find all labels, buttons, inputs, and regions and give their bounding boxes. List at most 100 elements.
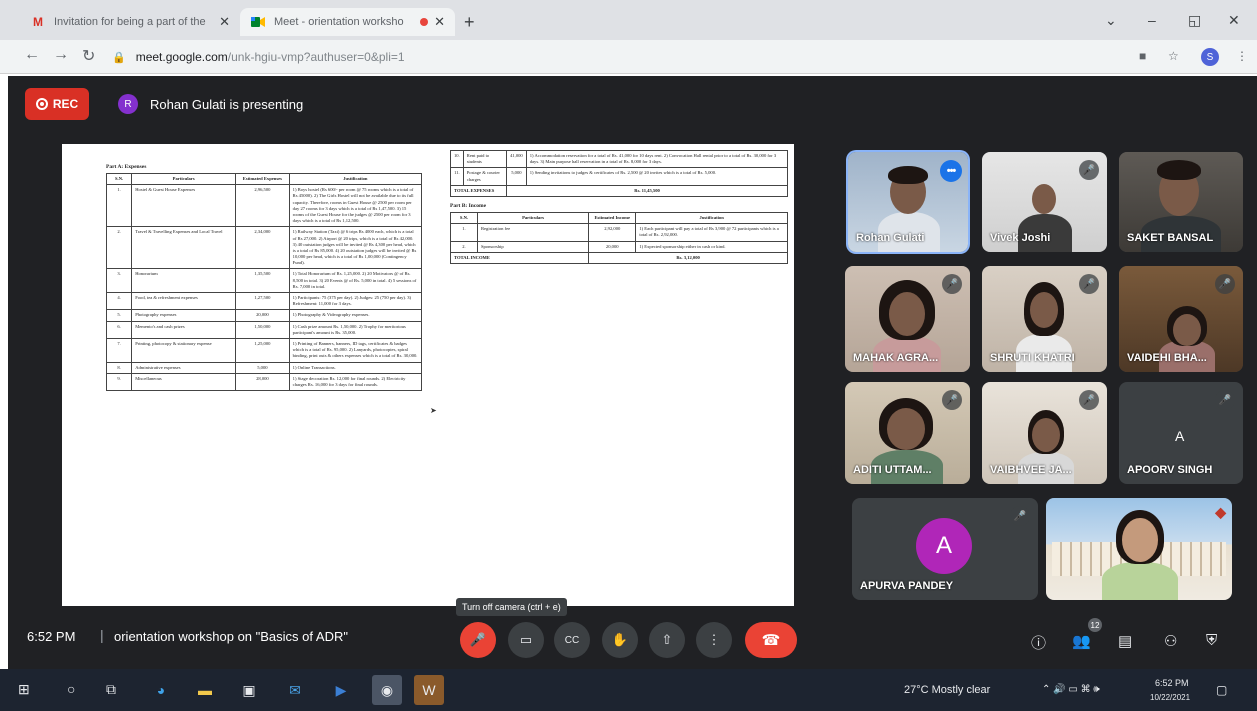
url-field[interactable]: 🔒 meet.google.com /unk-hgiu-vmp?authuser… — [112, 45, 1122, 69]
hand-icon: ✋ — [611, 632, 629, 647]
word-icon[interactable]: W — [414, 675, 444, 705]
cell-sn: 11. — [450, 167, 464, 186]
person-figure — [1032, 184, 1056, 214]
cell-particulars: Administrative expenses — [131, 361, 237, 374]
meeting-details-icon[interactable]: ⓘ — [1031, 632, 1046, 653]
cell-amount: 20,000 — [235, 309, 290, 322]
participant-count-badge: 12 — [1088, 618, 1102, 632]
rec-label: REC — [52, 97, 79, 111]
recording-badge[interactable]: REC — [25, 88, 89, 120]
cell-particulars: Memento's and cash prizes — [131, 320, 237, 339]
notification-icon[interactable]: ▢ — [1216, 683, 1227, 697]
part-b-title: Part B: Income — [450, 202, 487, 209]
person-figure — [1032, 418, 1060, 452]
more-options-button[interactable]: ⋮ — [696, 622, 732, 658]
participant-tile[interactable]: 🎤 A APURVA PANDEY — [852, 498, 1038, 600]
table-row: 5. Photography expenses 20,000 1) Photograp… — [105, 309, 423, 322]
reload-icon[interactable]: ↻ — [82, 46, 95, 66]
cell-justification: 1) Printing of Banners, banners, ID tags… — [288, 337, 423, 363]
close-tab-icon[interactable]: ✕ — [434, 14, 445, 30]
profile-avatar[interactable]: S — [1201, 48, 1219, 66]
bookmark-star-icon[interactable]: ☆ — [1168, 49, 1179, 63]
present-icon: ⇧ — [661, 632, 673, 647]
part-a-expenses: Part A: Expenses S.N. Particulars Estima… — [105, 164, 423, 392]
person-figure — [887, 408, 925, 450]
meeting-time: 6:52 PM — [27, 629, 76, 644]
camera-in-use-icon[interactable]: ■ — [1139, 49, 1146, 63]
tab-meet[interactable]: Meet - orientation worksho ✕ — [240, 8, 455, 36]
file-explorer-icon[interactable]: ▬ — [190, 675, 220, 705]
participant-tile[interactable]: SAKET BANSAL — [1119, 152, 1243, 252]
weather-widget[interactable]: 27°C Mostly clear — [904, 684, 990, 696]
tab-search-icon[interactable]: ⌄ — [1105, 12, 1117, 29]
close-window-icon[interactable]: ✕ — [1228, 12, 1240, 29]
mouse-pointer-icon: ➤ — [430, 406, 437, 415]
participant-name: VAIDEHI BHA... — [1127, 352, 1207, 364]
mic-toggle-button[interactable]: 🎤 — [460, 622, 496, 658]
chat-icon[interactable]: ▤ — [1118, 632, 1132, 650]
participant-name: SAKET BANSAL — [1127, 232, 1214, 244]
expenses-continued-body: 10. Rent paid to students 41,000 1) Accommo… — [450, 149, 789, 186]
back-icon[interactable]: ← — [24, 46, 40, 64]
person-figure — [1030, 292, 1058, 328]
task-view-icon[interactable]: ⧉ — [106, 681, 116, 698]
media-player-icon[interactable]: ▶ — [326, 675, 356, 705]
mail-icon[interactable]: ✉ — [280, 675, 310, 705]
participant-name: ADITI UTTAM... — [853, 464, 932, 476]
participant-tile[interactable]: 🎤 VAIDEHI BHA... — [1119, 266, 1243, 372]
table-row: TOTAL EXPENSES Rs. 11,45,500 — [449, 184, 788, 197]
address-bar-row: ← → ↻ 🔒 meet.google.com /unk-hgiu-vmp?au… — [0, 40, 1257, 74]
clock-date[interactable]: 10/22/2021 — [1150, 693, 1190, 702]
table-row: 7. Printing, photocopy & stationary expen… — [105, 337, 423, 363]
system-tray-icons[interactable]: ⌃ 🔊 ▭ ⌘ 🕪 — [1042, 684, 1100, 695]
participant-name: Rohan Gulati — [856, 232, 925, 244]
total-expenses-label: TOTAL EXPENSES — [449, 184, 508, 197]
expenses-continued-table: 10. Rent paid to students 41,000 1) Accommo… — [449, 149, 789, 197]
tab-gmail[interactable]: M Invitation for being a part of the ✕ — [20, 8, 240, 36]
chrome-menu-icon[interactable]: ⋮ — [1236, 49, 1248, 63]
participant-tile[interactable]: 🎤 ADITI UTTAM... — [845, 382, 970, 484]
meet-icon — [250, 15, 266, 29]
activities-icon[interactable]: ⚇ — [1164, 632, 1177, 650]
table-row: 9. Miscellaneous 28,000 1) Stage decoration… — [105, 372, 423, 392]
search-icon[interactable]: ○ — [67, 681, 75, 697]
cell-particulars: Registration fee — [476, 223, 590, 242]
forward-icon[interactable]: → — [53, 46, 69, 64]
participant-tile[interactable]: 🎤 Vivek Joshi — [982, 152, 1107, 252]
cell-particulars: Food, tea & refreshment expenses — [131, 291, 237, 311]
cell-amount: 28,000 — [235, 372, 290, 392]
present-now-button[interactable]: ⇧ — [649, 622, 685, 658]
edge-icon[interactable]: ◕ — [146, 675, 176, 705]
col-sn: S.N. — [105, 172, 133, 186]
windows-start-icon[interactable]: ⊞ — [18, 681, 30, 698]
url-path: /unk-hgiu-vmp?authuser=0&pli=1 — [227, 50, 405, 64]
captions-button[interactable]: CC — [554, 622, 590, 658]
participant-tile[interactable]: 🎤 VAIBHVEE JA... — [982, 382, 1107, 484]
camera-toggle-button[interactable]: ▭ — [508, 622, 544, 658]
participant-tile[interactable]: 🎤 MAHAK AGRA... — [845, 266, 970, 372]
participant-tile[interactable]: 🎤 SHRUTI KHATRI — [982, 266, 1107, 372]
store-icon[interactable]: ▣ — [234, 675, 264, 705]
chrome-icon[interactable]: ◉ — [372, 675, 402, 705]
leave-call-button[interactable]: ☎ — [745, 622, 797, 658]
restore-icon[interactable]: ◱ — [1188, 12, 1201, 29]
lock-icon: 🔒 — [112, 51, 126, 64]
participant-tile[interactable]: 🎤 A APOORV SINGH — [1119, 382, 1243, 484]
col-sn: S.N. — [450, 211, 478, 225]
participant-tile[interactable]: ••• Rohan Gulati — [848, 152, 968, 252]
close-tab-icon[interactable]: ✕ — [219, 14, 230, 30]
self-view-tile[interactable]: ◆ — [1046, 498, 1232, 600]
person-figure — [1102, 562, 1178, 600]
minimize-icon[interactable]: – — [1148, 12, 1156, 28]
host-controls-icon[interactable]: ⛨ — [1206, 632, 1217, 649]
cell-sn: 1. — [105, 184, 133, 228]
people-icon[interactable]: 👥 — [1072, 632, 1091, 650]
cell-sn: 2. — [450, 240, 478, 253]
more-options-icon[interactable]: ••• — [940, 160, 962, 182]
cell-amount: 1,25,000 — [235, 337, 290, 363]
new-tab-button[interactable]: + — [464, 12, 475, 33]
raise-hand-button[interactable]: ✋ — [602, 622, 638, 658]
cell-sn: 1. — [450, 223, 478, 242]
clock-time[interactable]: 6:52 PM — [1155, 678, 1189, 688]
cell-amount: 41,000 — [506, 149, 527, 169]
